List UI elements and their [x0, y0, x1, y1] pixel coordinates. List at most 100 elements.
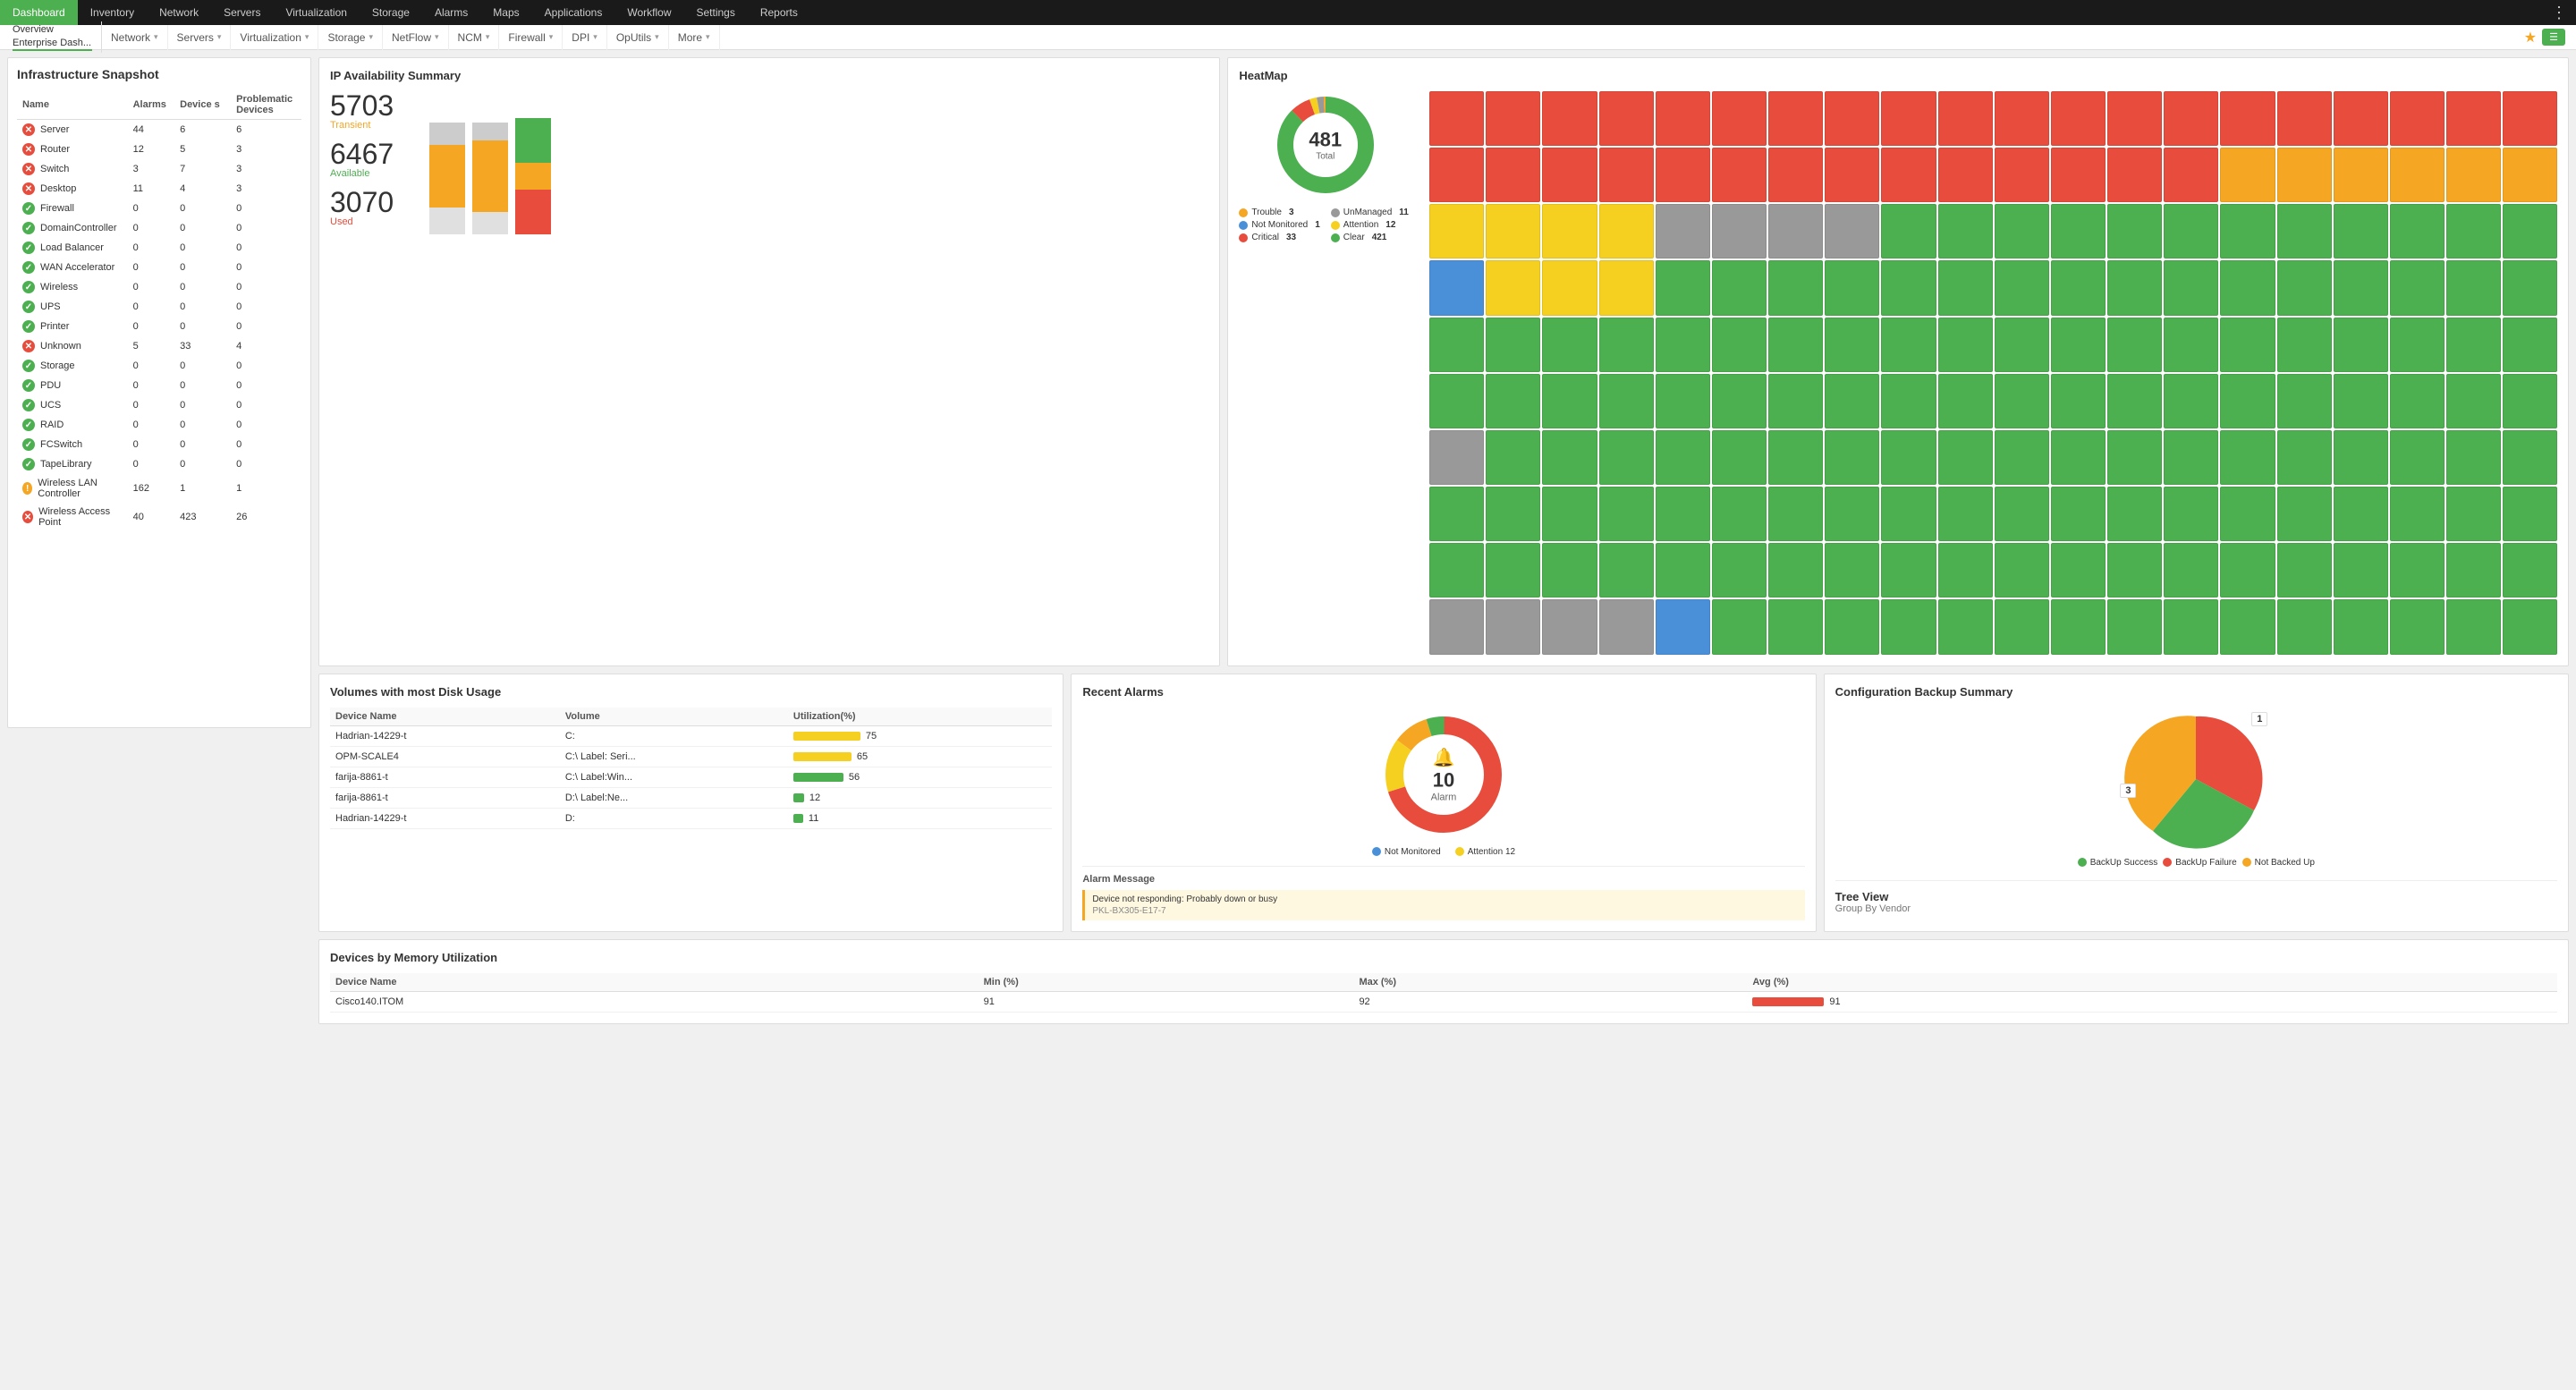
heatmap-cell[interactable]	[2107, 543, 2162, 598]
heatmap-cell[interactable]	[1599, 204, 1654, 259]
heatmap-cell[interactable]	[2390, 374, 2445, 428]
nav-maps[interactable]: Maps	[480, 0, 531, 25]
heatmap-cell[interactable]	[1712, 487, 1767, 541]
heatmap-cell[interactable]	[2220, 543, 2275, 598]
heatmap-cell[interactable]	[1938, 430, 1993, 485]
heatmap-cell[interactable]	[2107, 204, 2162, 259]
volume-row[interactable]: farija-8861-t D:\ Label:Ne... 12	[330, 787, 1052, 808]
heatmap-cell[interactable]	[1429, 148, 1484, 202]
heatmap-cell[interactable]	[1712, 204, 1767, 259]
infra-table-row[interactable]: ✓ Printer 0 0 0	[17, 317, 301, 336]
heatmap-cell[interactable]	[2446, 374, 2501, 428]
heatmap-cell[interactable]	[1881, 374, 1936, 428]
heatmap-cell[interactable]	[2107, 430, 2162, 485]
heatmap-cell[interactable]	[1656, 374, 1710, 428]
second-nav-virtualization[interactable]: Virtualization▾	[231, 25, 318, 50]
heatmap-cell[interactable]	[1486, 260, 1540, 315]
heatmap-cell[interactable]	[1881, 260, 1936, 315]
heatmap-cell[interactable]	[2390, 543, 2445, 598]
heatmap-cell[interactable]	[2220, 91, 2275, 146]
infra-table-row[interactable]: ✓ Load Balancer 0 0 0	[17, 238, 301, 258]
infra-table-row[interactable]: ✕ Server 44 6 6	[17, 120, 301, 140]
heatmap-cell[interactable]	[1542, 148, 1597, 202]
heatmap-cell[interactable]	[1881, 543, 1936, 598]
heatmap-cell[interactable]	[1881, 91, 1936, 146]
second-nav-more[interactable]: More▾	[669, 25, 720, 50]
heatmap-cell[interactable]	[1995, 543, 2049, 598]
heatmap-cell[interactable]	[1995, 260, 2049, 315]
heatmap-cell[interactable]	[2503, 318, 2557, 372]
nav-breadcrumb[interactable]: Overview Enterprise Dash...	[4, 21, 102, 53]
infra-table-row[interactable]: ✓ UCS 0 0 0	[17, 395, 301, 415]
second-nav-dpi[interactable]: DPI▾	[563, 25, 607, 50]
heatmap-cell[interactable]	[2277, 599, 2332, 654]
heatmap-cell[interactable]	[2334, 430, 2388, 485]
heatmap-cell[interactable]	[1881, 148, 1936, 202]
second-nav-oputils[interactable]: OpUtils▾	[607, 25, 669, 50]
heatmap-cell[interactable]	[2164, 260, 2218, 315]
heatmap-cell[interactable]	[1656, 543, 1710, 598]
heatmap-cell[interactable]	[2051, 91, 2106, 146]
heatmap-cell[interactable]	[2503, 148, 2557, 202]
heatmap-cell[interactable]	[1712, 148, 1767, 202]
heatmap-cell[interactable]	[2277, 204, 2332, 259]
heatmap-cell[interactable]	[1881, 204, 1936, 259]
heatmap-cell[interactable]	[1656, 91, 1710, 146]
infra-table-row[interactable]: ✓ WAN Accelerator 0 0 0	[17, 258, 301, 277]
second-nav-storage[interactable]: Storage▾	[318, 25, 383, 50]
heatmap-cell[interactable]	[1938, 204, 1993, 259]
heatmap-cell[interactable]	[1938, 487, 1993, 541]
heatmap-cell[interactable]	[2220, 430, 2275, 485]
heatmap-cell[interactable]	[2220, 599, 2275, 654]
favorites-button[interactable]: ★	[2524, 29, 2537, 47]
heatmap-cell[interactable]	[1995, 91, 2049, 146]
heatmap-cell[interactable]	[1486, 91, 1540, 146]
heatmap-cell[interactable]	[2051, 487, 2106, 541]
heatmap-cell[interactable]	[1429, 430, 1484, 485]
heatmap-cell[interactable]	[1599, 430, 1654, 485]
heatmap-cell[interactable]	[1599, 260, 1654, 315]
heatmap-cell[interactable]	[1599, 318, 1654, 372]
heatmap-cell[interactable]	[2390, 487, 2445, 541]
heatmap-cell[interactable]	[2107, 91, 2162, 146]
volume-row[interactable]: farija-8861-t C:\ Label:Win... 56	[330, 767, 1052, 787]
heatmap-cell[interactable]	[1656, 318, 1710, 372]
heatmap-cell[interactable]	[1542, 318, 1597, 372]
infra-table-row[interactable]: ✕ Desktop 11 4 3	[17, 179, 301, 199]
heatmap-cell[interactable]	[1768, 318, 1823, 372]
heatmap-cell[interactable]	[1599, 91, 1654, 146]
heatmap-cell[interactable]	[1486, 148, 1540, 202]
heatmap-cell[interactable]	[1768, 204, 1823, 259]
infra-table-row[interactable]: ✓ DomainController 0 0 0	[17, 218, 301, 238]
heatmap-cell[interactable]	[1995, 204, 2049, 259]
heatmap-cell[interactable]	[1486, 599, 1540, 654]
heatmap-cell[interactable]	[1938, 148, 1993, 202]
heatmap-cell[interactable]	[2390, 204, 2445, 259]
infra-table-row[interactable]: ✓ RAID 0 0 0	[17, 415, 301, 435]
heatmap-cell[interactable]	[1599, 599, 1654, 654]
heatmap-cell[interactable]	[1429, 318, 1484, 372]
heatmap-cell[interactable]	[1938, 374, 1993, 428]
heatmap-cell[interactable]	[2051, 543, 2106, 598]
heatmap-cell[interactable]	[1429, 91, 1484, 146]
heatmap-cell[interactable]	[2334, 148, 2388, 202]
nav-alarms[interactable]: Alarms	[422, 0, 480, 25]
infra-table-row[interactable]: ✕ Router 12 5 3	[17, 140, 301, 159]
heatmap-cell[interactable]	[1542, 487, 1597, 541]
heatmap-cell[interactable]	[2107, 318, 2162, 372]
heatmap-cell[interactable]	[1656, 599, 1710, 654]
heatmap-cell[interactable]	[1825, 318, 1879, 372]
infra-table-row[interactable]: ✓ PDU 0 0 0	[17, 376, 301, 395]
heatmap-cell[interactable]	[2164, 318, 2218, 372]
heatmap-cell[interactable]	[2277, 487, 2332, 541]
heatmap-cell[interactable]	[1542, 599, 1597, 654]
heatmap-cell[interactable]	[1881, 487, 1936, 541]
heatmap-cell[interactable]	[2051, 204, 2106, 259]
heatmap-cell[interactable]	[2051, 318, 2106, 372]
infra-table-row[interactable]: ✓ Firewall 0 0 0	[17, 199, 301, 218]
infra-table-row[interactable]: ! Wireless LAN Controller 162 1 1	[17, 474, 301, 503]
heatmap-cell[interactable]	[2107, 148, 2162, 202]
heatmap-cell[interactable]	[2334, 599, 2388, 654]
infra-table-row[interactable]: ✕ Wireless Access Point 40 423 26	[17, 503, 301, 531]
heatmap-cell[interactable]	[2446, 91, 2501, 146]
